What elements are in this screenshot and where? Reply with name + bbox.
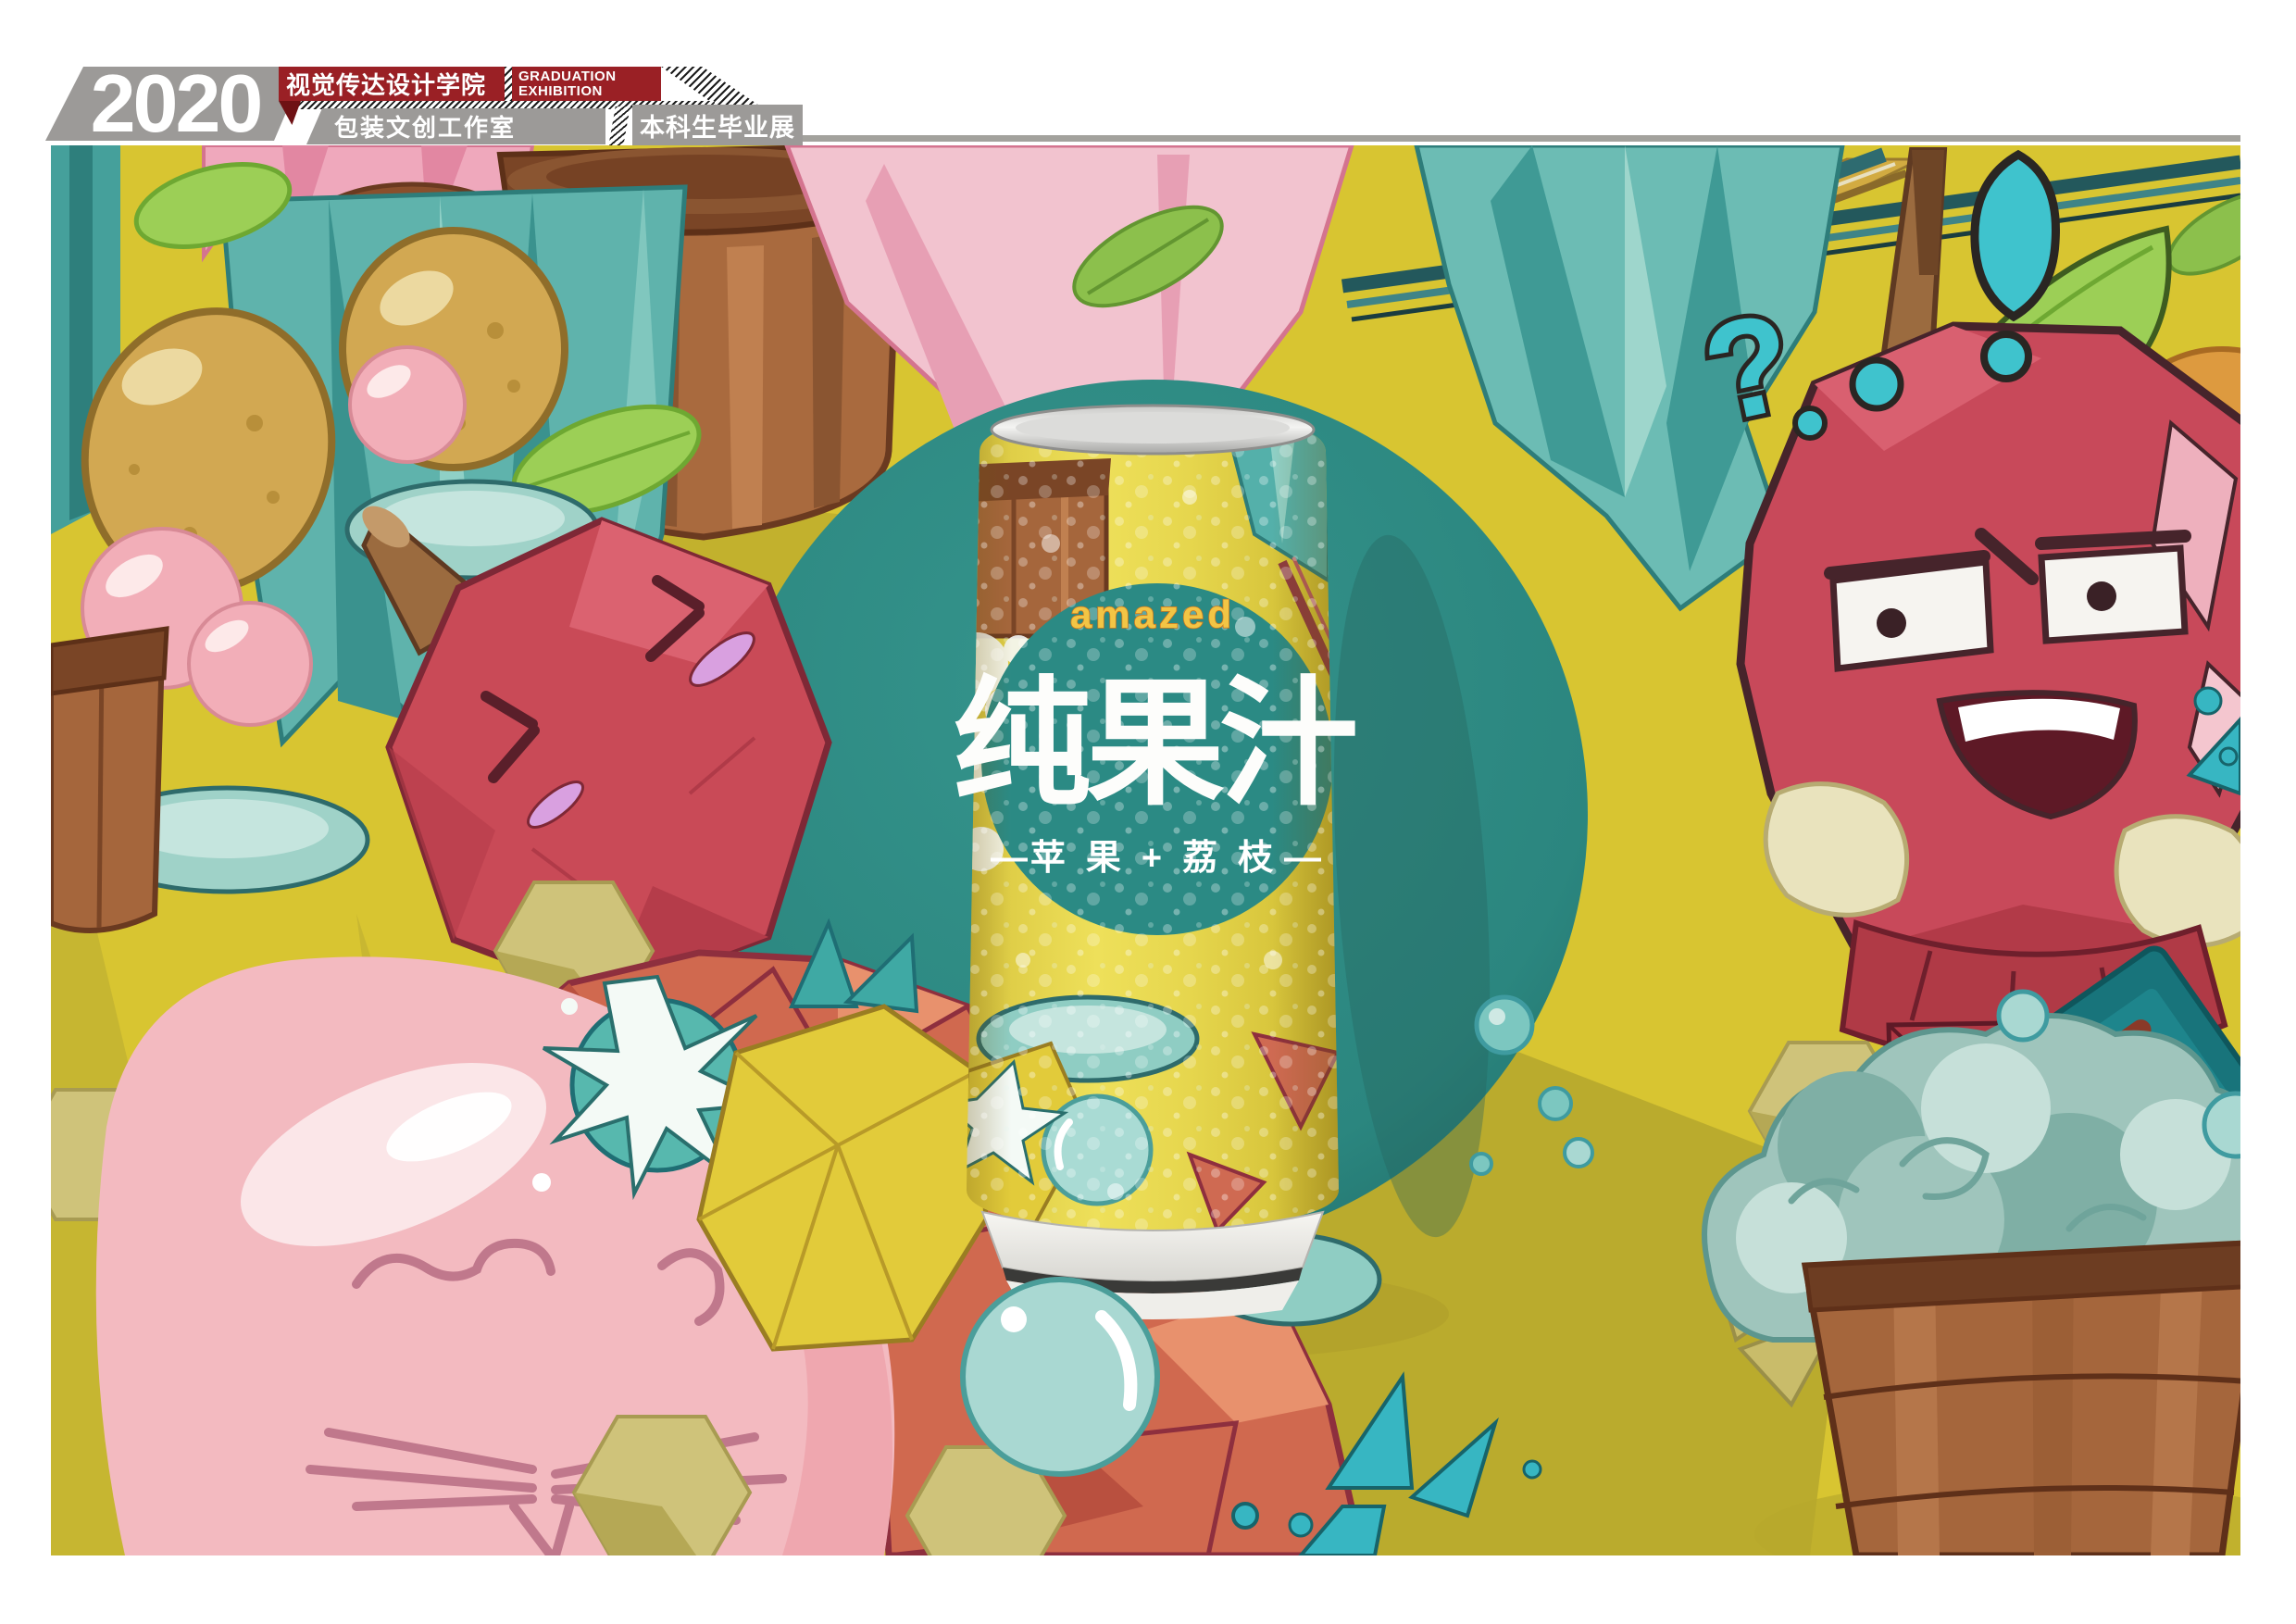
hatch-divider2-icon — [608, 106, 630, 146]
exhibition-label: GRADUATION EXHIBITION — [512, 67, 661, 101]
foam-bucket — [1805, 1243, 2240, 1555]
exhibition-line1: GRADUATION — [518, 69, 661, 84]
brand-logo-text: amazed — [1070, 593, 1235, 636]
small-bucket — [51, 629, 167, 931]
show-name: 本科生毕业展 — [640, 107, 795, 144]
hatch-divider-icon — [505, 67, 512, 101]
illustration-canvas: ? — [51, 145, 2240, 1555]
studio-name: 包装文创工作室 — [334, 109, 516, 144]
year-text: 2020 — [91, 67, 261, 141]
poster-page: 2020 视觉传达设计学院 GRADUATION EXHIBITION 包装文创… — [0, 0, 2296, 1624]
header-rule — [632, 135, 2240, 142]
poster-artwork: ? — [51, 145, 2240, 1555]
can-artwork — [944, 426, 1340, 1230]
juice-can: amazed 纯果汁 — 苹果+荔枝 — — [944, 406, 1355, 1319]
flavor-dash-right: — — [1284, 837, 1321, 878]
flavor-dash-left: — — [991, 837, 1028, 878]
can-lid-inner — [1016, 412, 1290, 443]
show-banner: 本科生毕业展 — [632, 105, 803, 146]
product-name-text: 纯果汁 — [953, 666, 1355, 821]
studio-banner: 包装文创工作室 — [306, 108, 605, 144]
school-banner: 视觉传达设计学院 GRADUATION EXHIBITION — [279, 67, 661, 101]
year-block: 2020 — [45, 67, 306, 141]
flavor-text: 苹果+荔枝 — [1030, 839, 1293, 878]
school-name: 视觉传达设计学院 — [279, 67, 505, 101]
exhibition-line2: EXHIBITION — [518, 84, 661, 99]
